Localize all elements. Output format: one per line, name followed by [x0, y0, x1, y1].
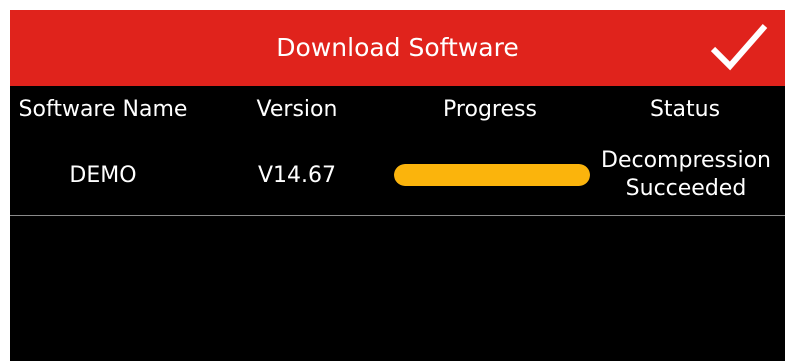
column-header-version: Version — [256, 97, 338, 122]
row-divider — [10, 215, 785, 216]
progress-bar — [394, 164, 590, 186]
column-header-status: Status — [649, 97, 721, 122]
progress-bar-fill — [394, 164, 590, 186]
table-row: DEMO V14.67 Decompression Succeeded — [10, 135, 785, 215]
column-header-progress: Progress — [443, 97, 537, 122]
column-header-software-name: Software Name — [18, 97, 188, 122]
status-text: Decompression Succeeded — [601, 148, 771, 201]
version-cell: V14.67 — [257, 162, 337, 188]
confirm-button[interactable] — [703, 18, 773, 78]
checkmark-icon — [710, 24, 768, 71]
title-bar: Download Software — [10, 10, 785, 86]
status-cell: Decompression Succeeded — [586, 135, 785, 215]
download-screen: Download Software Software Name Version … — [10, 10, 785, 361]
software-name-cell: DEMO — [69, 162, 137, 188]
page-title: Download Software — [276, 33, 519, 62]
progress-cell — [394, 135, 590, 215]
